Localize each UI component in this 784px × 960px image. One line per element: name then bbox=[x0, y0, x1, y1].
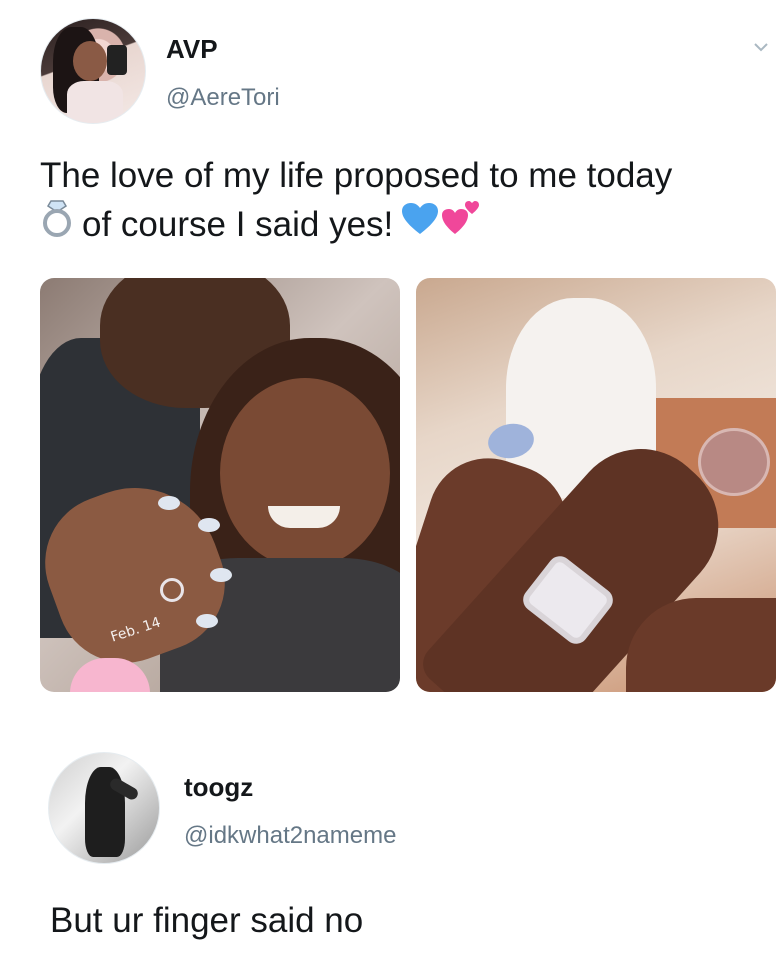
photo-nail bbox=[158, 496, 180, 510]
blue-heart-icon bbox=[401, 201, 439, 248]
avatar-top bbox=[67, 81, 123, 123]
photo-ring bbox=[160, 578, 184, 602]
tweet-text-line1: The love of my life proposed to me today bbox=[40, 156, 673, 195]
tweet-text-line2-words: of course I said yes! bbox=[82, 204, 394, 244]
reply-text: But ur finger said no bbox=[50, 901, 364, 940]
two-hearts-icon bbox=[441, 200, 481, 248]
reply-author-name[interactable]: toogz bbox=[184, 772, 253, 803]
photo-smile bbox=[268, 506, 340, 528]
photo-nail bbox=[210, 568, 232, 582]
ring-icon bbox=[40, 199, 74, 249]
photo-nail-pink bbox=[698, 428, 770, 496]
author-handle[interactable]: @AereTori bbox=[166, 84, 280, 112]
reply-author-avatar[interactable] bbox=[48, 752, 160, 864]
tweet-text-line2: of course I said yes! bbox=[40, 199, 481, 249]
chevron-down-icon[interactable] bbox=[752, 38, 770, 56]
reply-author-handle[interactable]: @idkwhat2nameme bbox=[184, 822, 396, 850]
author-name[interactable]: AVP bbox=[166, 34, 218, 65]
avatar-face bbox=[73, 41, 107, 81]
avatar-phone bbox=[107, 45, 127, 75]
author-avatar[interactable] bbox=[40, 18, 146, 124]
tweet-photo-right[interactable] bbox=[416, 278, 776, 692]
photo-nail bbox=[196, 614, 218, 628]
heart-sticker-icon bbox=[70, 658, 150, 692]
photo-woman-face bbox=[220, 378, 390, 568]
tweet-photo-left[interactable]: Feb. 14 bbox=[40, 278, 400, 692]
photo-nail bbox=[198, 518, 220, 532]
